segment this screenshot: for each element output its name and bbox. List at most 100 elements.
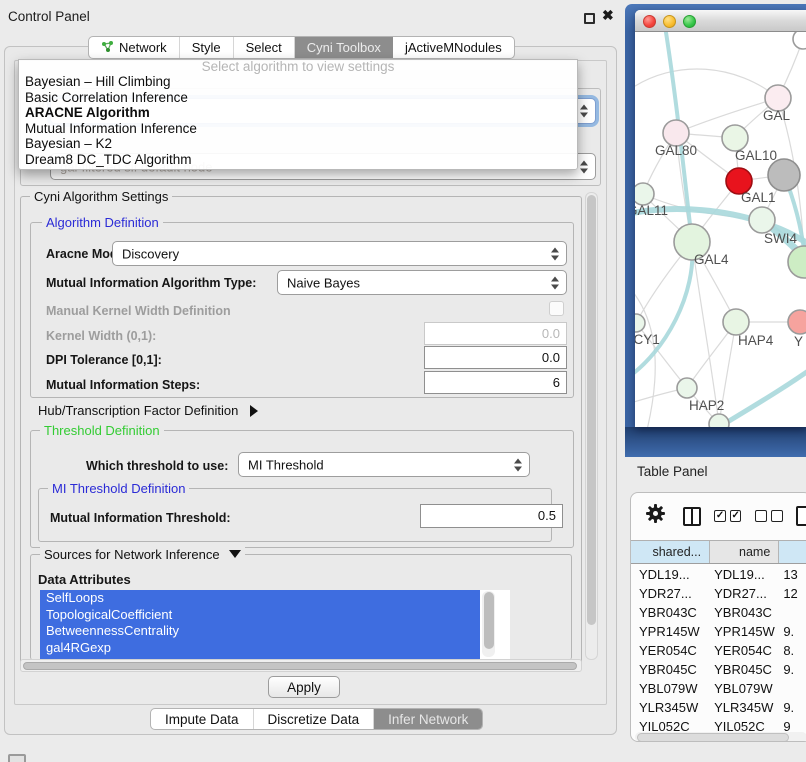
tab-jactivemnodules[interactable]: jActiveMNodules: [393, 37, 514, 58]
sources-legend-label: Sources for Network Inference: [44, 547, 220, 562]
unchecked-checkbox-icon[interactable]: [771, 510, 783, 522]
kernel-width-field[interactable]: 0.0: [424, 322, 567, 345]
aracne-mode-combobox[interactable]: Discovery: [112, 241, 567, 266]
list-scrollbar[interactable]: [482, 591, 495, 657]
table-row[interactable]: YDR27...YDR27...12: [631, 584, 806, 603]
which-threshold-value: MI Threshold: [248, 457, 324, 472]
hub-definition-toggle[interactable]: Hub/Transcription Factor Definition: [38, 403, 258, 418]
tab-label: Network: [119, 40, 167, 55]
table-row[interactable]: YBR045CYBR045C9.: [631, 660, 806, 679]
minimized-panel-icon[interactable]: [8, 754, 26, 762]
algorithm-option[interactable]: Mutual Information Inference: [19, 121, 577, 137]
checked-checkbox-icon[interactable]: ✓: [714, 510, 726, 522]
attribute-list-item[interactable]: BetweennessCentrality: [40, 623, 480, 640]
network-node-label: GAL10: [735, 148, 777, 163]
network-node-label: GAL4: [694, 252, 729, 267]
table-row[interactable]: YBR043CYBR043C: [631, 603, 806, 622]
column-header-hidden[interactable]: [779, 541, 806, 563]
network-node-gal11[interactable]: [635, 183, 654, 205]
network-node-label: HAP2: [689, 398, 724, 413]
algorithm-option[interactable]: Bayesian – Hill Climbing: [19, 74, 577, 90]
network-node-y[interactable]: [788, 310, 806, 334]
close-traffic-light-icon[interactable]: [643, 15, 656, 28]
table-row[interactable]: YDL19...YDL19...13: [631, 565, 806, 584]
table-row[interactable]: YIL052CYIL052C9: [631, 717, 806, 732]
network-node-label: GAL80: [655, 143, 697, 158]
sources-legend[interactable]: Sources for Network Inference: [40, 547, 245, 562]
which-threshold-combobox[interactable]: MI Threshold: [238, 452, 530, 477]
minimize-traffic-light-icon[interactable]: [663, 15, 676, 28]
table-cell: YDL19...: [710, 565, 779, 584]
table-row[interactable]: YLR345WYLR345W9.: [631, 698, 806, 717]
network-node-gcy1[interactable]: [635, 314, 645, 332]
table-cell: YPR145W: [710, 622, 779, 641]
table-cell: YDR27...: [710, 584, 779, 603]
algorithm-option[interactable]: Basic Correlation Inference: [19, 90, 577, 106]
table-horizontal-scrollbar[interactable]: [635, 732, 806, 742]
network-node-swi4[interactable]: [749, 207, 775, 233]
attribute-list-item[interactable]: SelfLoops: [40, 590, 480, 607]
bottom-tab-bar: Impute DataDiscretize DataInfer Network: [150, 708, 483, 730]
table-row[interactable]: YBL079WYBL079W: [631, 679, 806, 698]
network-node-hap2[interactable]: [677, 378, 697, 398]
apply-button[interactable]: Apply: [268, 676, 340, 698]
data-attributes-list: SelfLoopsTopologicalCoefficientBetweenne…: [40, 590, 510, 659]
unchecked-checkbox-icon[interactable]: [755, 510, 767, 522]
tab-select[interactable]: Select: [234, 37, 295, 58]
split-columns-icon[interactable]: [683, 507, 701, 526]
tab-style[interactable]: Style: [180, 37, 234, 58]
network-window: GALGAL80GAL10GAL1GAL11SWI4GAL4GCY1HAP4YH…: [635, 10, 806, 427]
control-panel-title: Control Panel: [8, 9, 90, 24]
algorithm-option[interactable]: Bayesian – K2: [19, 136, 577, 152]
dpi-tolerance-field[interactable]: 0.0: [424, 346, 567, 369]
close-icon[interactable]: ✖: [602, 7, 614, 24]
table-cell: 9.: [779, 622, 806, 641]
tab-label: Style: [192, 40, 221, 55]
table-cell: YER054C: [631, 641, 710, 660]
table-row[interactable]: YPR145WYPR145W9.: [631, 622, 806, 641]
column-header-name[interactable]: name: [710, 541, 779, 563]
settings-vertical-scrollbar[interactable]: [585, 192, 598, 660]
mi-type-combobox[interactable]: Naive Bayes: [277, 270, 567, 295]
mi-steps-field[interactable]: 6: [424, 371, 567, 394]
network-node[interactable]: [768, 159, 800, 191]
table-cell: 13: [779, 565, 806, 584]
spinner-icon: [551, 247, 560, 260]
network-node-hap4[interactable]: [723, 309, 749, 335]
network-node[interactable]: [709, 414, 729, 427]
algorithm-option[interactable]: ARACNE Algorithm: [19, 105, 577, 121]
gear-icon[interactable]: [645, 503, 666, 529]
network-edge[interactable]: [692, 242, 719, 424]
mi-threshold-label: Mutual Information Threshold:: [50, 511, 231, 525]
document-icon[interactable]: [796, 506, 806, 526]
tab-label: jActiveMNodules: [405, 40, 502, 55]
hub-definition-label: Hub/Transcription Factor Definition: [38, 403, 238, 418]
settings-horizontal-scrollbar[interactable]: [20, 659, 582, 672]
attribute-list-item[interactable]: gal4RGexp: [40, 640, 480, 657]
algorithm-option[interactable]: Dream8 DC_TDC Algorithm: [19, 152, 577, 168]
network-canvas[interactable]: GALGAL80GAL10GAL1GAL11SWI4GAL4GCY1HAP4YH…: [635, 32, 806, 427]
tab-impute-data[interactable]: Impute Data: [151, 709, 254, 729]
checked-checkbox-icon[interactable]: ✓: [730, 510, 742, 522]
data-attributes-label: Data Attributes: [38, 572, 131, 587]
tab-network[interactable]: Network: [89, 37, 180, 58]
network-edge[interactable]: [635, 69, 778, 98]
table-panel-title: Table Panel: [637, 464, 708, 479]
tab-discretize-data[interactable]: Discretize Data: [254, 709, 375, 729]
zoom-traffic-light-icon[interactable]: [683, 15, 696, 28]
attribute-list-item[interactable]: TopologicalCoefficient: [40, 607, 480, 624]
algorithm-definition-legend: Algorithm Definition: [42, 215, 163, 230]
network-node[interactable]: [793, 32, 806, 49]
table-header-row: shared...name: [631, 540, 806, 564]
table-cell: YIL052C: [631, 717, 710, 732]
mi-threshold-field[interactable]: 0.5: [420, 504, 563, 528]
tab-cyni-toolbox[interactable]: Cyni Toolbox: [295, 37, 393, 58]
manual-kernel-checkbox[interactable]: [549, 301, 564, 316]
table-row[interactable]: YER054CYER054C8.: [631, 641, 806, 660]
tab-infer-network[interactable]: Infer Network: [374, 709, 482, 729]
network-node[interactable]: [788, 246, 806, 278]
mi-type-label: Mutual Information Algorithm Type:: [46, 276, 256, 290]
float-window-icon[interactable]: [584, 13, 595, 24]
column-header-shared...[interactable]: shared...: [631, 541, 710, 563]
network-window-titlebar[interactable]: [635, 10, 806, 32]
